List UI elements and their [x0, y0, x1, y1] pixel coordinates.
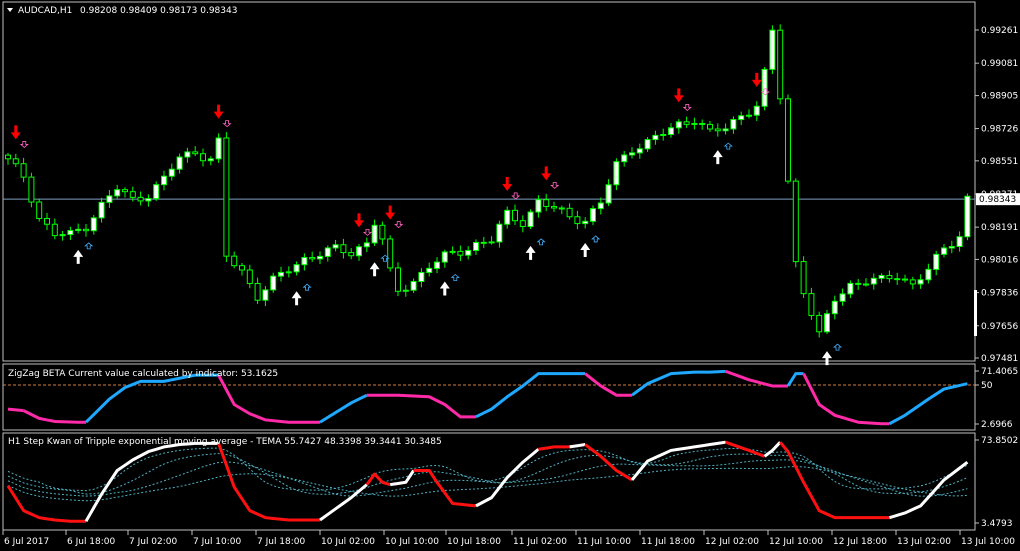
candle	[792, 178, 799, 268]
candle	[527, 209, 534, 229]
time-tick-label: 6 Jul 18:00	[67, 537, 116, 547]
candle	[800, 256, 807, 298]
candle	[270, 272, 277, 293]
candle	[785, 94, 791, 184]
price-tick-label: 0.97656	[981, 322, 1018, 332]
candle	[153, 181, 160, 201]
tema-tick-max-label: 73.8502	[981, 436, 1018, 446]
time-tick-label: 12 Jul 10:00	[769, 537, 823, 547]
price-tick-label: 0.97481	[981, 354, 1018, 364]
zigzag-tick-min-label: 2.6966	[981, 420, 1013, 430]
tema-tick-min-label: 3.4793	[981, 519, 1013, 529]
candle	[223, 132, 230, 262]
time-tick-label: 7 Jul 10:00	[193, 537, 242, 547]
price-tick-label: 0.97836	[981, 289, 1018, 299]
zigzag-title: ZigZag BETA Current value calculated by …	[8, 369, 278, 379]
trading-chart[interactable]: 0.99261 0.99081 0.98905 0.98726 0.98551 0.983…	[0, 0, 1020, 551]
current-price-label: 0.98343	[979, 195, 1016, 205]
time-tick-label: 10 Jul 18:00	[447, 537, 501, 547]
price-tick-label: 0.98016	[981, 255, 1018, 265]
zigzag-tick-max-label: 71.4065	[981, 367, 1018, 377]
price-tick-label: 0.98905	[981, 92, 1018, 102]
time-tick-label: 12 Jul 18:00	[833, 537, 887, 547]
candle	[28, 172, 35, 208]
time-tick-label: 11 Jul 10:00	[577, 537, 631, 547]
price-tick-label: 0.99261	[981, 26, 1018, 36]
candle	[769, 25, 776, 75]
candle	[215, 133, 222, 163]
price-tick-label: 0.98551	[981, 157, 1018, 167]
price-tick-label: 0.98726	[981, 125, 1018, 135]
chart-background	[0, 0, 1020, 551]
time-tick-label: 7 Jul 02:00	[129, 537, 178, 547]
ohlc-label: 0.98208 0.98409 0.98173 0.98343	[80, 6, 237, 16]
time-tick-label: 13 Jul 02:00	[897, 537, 951, 547]
time-tick-label: 10 Jul 10:00	[385, 537, 439, 547]
time-tick-label: 11 Jul 02:00	[513, 537, 567, 547]
tema-title: H1 Step Kwan of Tripple exponential movi…	[8, 437, 442, 447]
time-tick-label: 12 Jul 02:00	[705, 537, 759, 547]
zigzag-tick-level-label: 50	[981, 381, 993, 391]
symbol-label: AUDCAD,H1	[18, 6, 72, 16]
time-tick-label: 6 Jul 2017	[4, 537, 49, 547]
zigzag-segment	[7, 407, 24, 413]
candle	[387, 235, 394, 272]
candle	[36, 198, 43, 222]
price-tick-label: 0.99081	[981, 59, 1018, 69]
price-tick-label: 0.98191	[981, 223, 1018, 233]
time-tick-label: 13 Jul 10:00	[961, 537, 1015, 547]
time-tick-label: 10 Jul 02:00	[321, 537, 375, 547]
candle	[777, 24, 784, 105]
candle	[964, 193, 971, 241]
candle	[824, 310, 830, 335]
time-tick-label: 11 Jul 18:00	[641, 537, 695, 547]
scroll-indicator[interactable]	[974, 290, 977, 336]
time-tick-label: 7 Jul 18:00	[257, 537, 306, 547]
